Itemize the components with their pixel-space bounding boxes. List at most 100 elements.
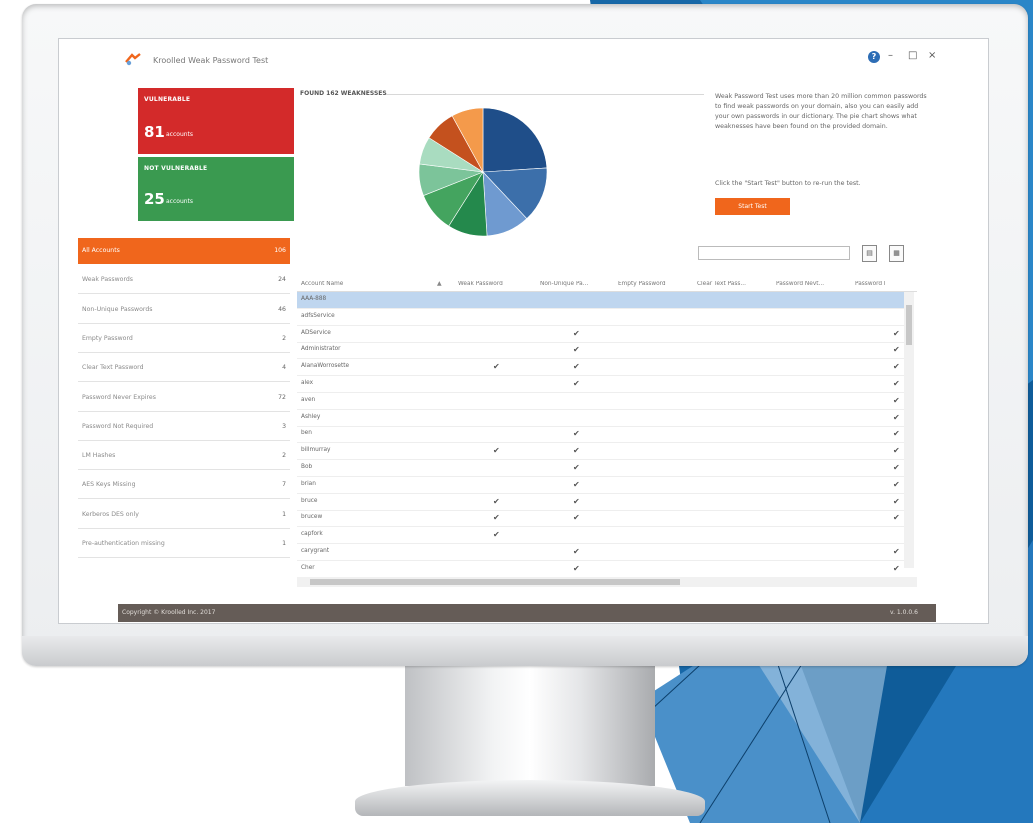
table-row[interactable]: capfork ✔: [297, 527, 904, 545]
column-header[interactable]: Password Nevt...: [776, 281, 849, 287]
check-icon: ✔: [893, 362, 900, 372]
sidebar-item[interactable]: Clear Text Password 4: [78, 355, 290, 383]
pie-slice-0[interactable]: [482, 107, 548, 173]
vertical-scroll-thumb[interactable]: [906, 305, 912, 345]
table-row[interactable]: brucew ✔ ✔ ✔: [297, 510, 904, 528]
table-row[interactable]: brian ✔ ✔: [297, 477, 904, 494]
table-row[interactable]: billmurray ✔ ✔ ✔: [297, 443, 904, 461]
check-icon: ✔: [573, 429, 580, 439]
column-header[interactable]: Password I: [855, 281, 905, 287]
column-header[interactable]: Clear Text Pass...: [697, 281, 770, 287]
weaknesses-title: FOUND 162 WEAKNESSES: [300, 90, 387, 97]
column-header[interactable]: Account Name: [301, 281, 452, 287]
maximize-button[interactable]: □: [908, 50, 917, 61]
rerun-hint: Click the "Start Test" button to re-run …: [715, 180, 861, 187]
check-icon: ✔: [493, 496, 500, 506]
column-header[interactable]: Empty Password: [618, 281, 691, 287]
table-row[interactable]: Bob ✔ ✔: [297, 460, 904, 477]
column-header[interactable]: Weak Password: [458, 281, 534, 287]
table-row[interactable]: aven ✔: [297, 393, 904, 410]
sidebar-item-count: 1: [282, 540, 286, 547]
not-vulnerable-card[interactable]: NOT VULNERABLE 25 accounts: [138, 157, 294, 221]
title-divider: [386, 94, 704, 95]
sidebar-item-label: Pre-authentication missing: [82, 540, 165, 547]
table-row[interactable]: ben ✔ ✔: [297, 426, 904, 444]
copyright-text: Copyright © Kroolled Inc. 2017: [122, 609, 216, 616]
start-test-button[interactable]: Start Test: [715, 198, 790, 215]
check-icon: ✔: [573, 496, 580, 506]
sidebar-item-label: Clear Text Password: [82, 364, 144, 372]
sidebar-item[interactable]: Non-Unique Passwords 46: [78, 297, 290, 324]
sort-indicator-icon[interactable]: ▲: [437, 280, 442, 287]
table-row[interactable]: Ashley ✔: [297, 410, 904, 427]
table-row[interactable]: adfsService: [297, 309, 904, 326]
account-name: Bob: [301, 464, 313, 470]
sidebar-item-count: 4: [282, 364, 286, 372]
sidebar-item[interactable]: Password Never Expires 72: [78, 385, 290, 412]
sidebar-item[interactable]: LM Hashes 2: [78, 443, 290, 471]
sidebar-item-label: Non-Unique Passwords: [82, 305, 153, 313]
sidebar-item-label: Empty Password: [82, 334, 133, 342]
check-icon: ✔: [893, 563, 900, 573]
minimize-button[interactable]: –: [888, 50, 893, 61]
check-icon: ✔: [573, 328, 580, 338]
sidebar-item-count: 7: [282, 481, 286, 489]
check-icon: ✔: [493, 362, 500, 372]
not-vulnerable-unit: accounts: [166, 198, 194, 205]
sidebar-item[interactable]: AES Keys Missing 7: [78, 472, 290, 500]
sidebar-item[interactable]: All Accounts 106: [78, 238, 290, 264]
account-name: billmurray: [301, 447, 331, 454]
sidebar-item[interactable]: Empty Password 2: [78, 326, 290, 353]
close-button[interactable]: ×: [928, 50, 936, 61]
account-name: Administrator: [301, 346, 341, 353]
sidebar-item-count: 3: [282, 422, 286, 430]
check-icon: ✔: [493, 530, 500, 540]
check-icon: ✔: [573, 547, 580, 556]
column-header[interactable]: Non-Unique Pa...: [540, 281, 612, 287]
table-row[interactable]: carygrant ✔ ✔: [297, 544, 904, 561]
vulnerable-card[interactable]: VULNERABLE 81 accounts: [138, 88, 294, 154]
check-icon: ✔: [573, 479, 580, 489]
account-name: AAA-888: [301, 296, 327, 302]
export-pdf-icon[interactable]: ▤: [862, 245, 877, 262]
search-input[interactable]: [698, 246, 850, 260]
check-icon: ✔: [893, 479, 900, 489]
sidebar-item-label: All Accounts: [82, 247, 120, 254]
sidebar-item-label: AES Keys Missing: [82, 481, 136, 489]
table-row[interactable]: Administrator ✔ ✔: [297, 342, 904, 360]
check-icon: ✔: [573, 446, 580, 456]
table-row[interactable]: bruce ✔ ✔ ✔: [297, 494, 904, 511]
not-vulnerable-count: 25: [144, 190, 165, 208]
check-icon: ✔: [573, 463, 580, 472]
check-icon: ✔: [573, 513, 580, 523]
table-row[interactable]: Cher ✔ ✔: [297, 561, 904, 578]
check-icon: ✔: [893, 345, 900, 355]
table-row[interactable]: ADService ✔ ✔: [297, 326, 904, 343]
horizontal-scroll-thumb[interactable]: [310, 579, 680, 585]
table-row[interactable]: alex ✔ ✔: [297, 376, 904, 393]
sidebar-item-count: 2: [282, 452, 286, 460]
sidebar-item-label: Password Never Expires: [82, 393, 156, 401]
sidebar-item[interactable]: Kerberos DES only 1: [78, 502, 290, 529]
check-icon: ✔: [893, 395, 900, 405]
account-name: brucew: [301, 514, 323, 521]
table-row[interactable]: AlanaWorrosette ✔ ✔ ✔: [297, 359, 904, 377]
check-icon: ✔: [893, 379, 900, 388]
check-icon: ✔: [573, 379, 580, 388]
sidebar-item[interactable]: Password Not Required 3: [78, 414, 290, 441]
sidebar-item-label: Weak Passwords: [82, 276, 134, 284]
sidebar-item-count: 106: [274, 247, 286, 254]
table-row[interactable]: AAA-888: [297, 292, 904, 309]
vulnerable-label: VULNERABLE: [144, 96, 191, 103]
check-icon: ✔: [893, 547, 900, 556]
account-name: Ashley: [301, 413, 321, 420]
sidebar-item[interactable]: Pre-authentication missing 1: [78, 531, 290, 558]
account-name: bruce: [301, 497, 318, 504]
check-icon: ✔: [893, 328, 900, 338]
sidebar-item[interactable]: Weak Passwords 24: [78, 267, 290, 295]
help-icon[interactable]: ?: [868, 51, 880, 63]
app-logo-icon: [125, 53, 141, 66]
check-icon: ✔: [893, 446, 900, 456]
check-icon: ✔: [573, 563, 580, 573]
export-csv-icon[interactable]: ▦: [889, 245, 904, 262]
